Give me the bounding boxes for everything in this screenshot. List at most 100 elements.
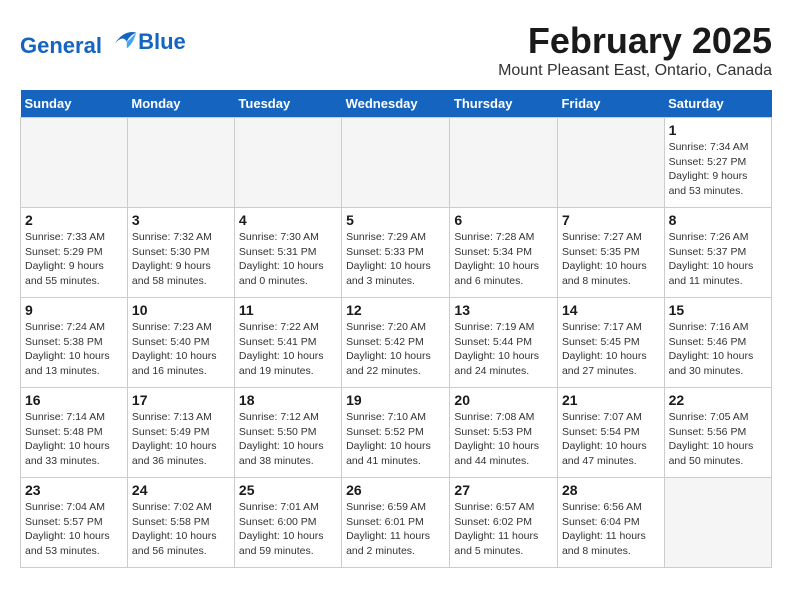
week-row-5: 23 Sunrise: 7:04 AM Sunset: 5:57 PM Dayli… [21, 478, 772, 568]
day-info: Sunrise: 7:34 AM Sunset: 5:27 PM Dayligh… [669, 140, 767, 199]
logo-line2: Blue [138, 30, 186, 54]
logo: General Blue [20, 25, 186, 58]
day-number: 4 [239, 212, 337, 228]
day-number: 26 [346, 482, 445, 498]
week-row-3: 9 Sunrise: 7:24 AM Sunset: 5:38 PM Daylig… [21, 298, 772, 388]
week-row-4: 16 Sunrise: 7:14 AM Sunset: 5:48 PM Dayli… [21, 388, 772, 478]
title-area: February 2025 Mount Pleasant East, Ontar… [498, 20, 772, 80]
calendar-cell: 11 Sunrise: 7:22 AM Sunset: 5:41 PM Dayli… [234, 298, 341, 388]
day-info: Sunrise: 6:56 AM Sunset: 6:04 PM Dayligh… [562, 500, 660, 559]
day-number: 10 [132, 302, 230, 318]
calendar-cell: 16 Sunrise: 7:14 AM Sunset: 5:48 PM Dayli… [21, 388, 128, 478]
calendar-cell: 13Sunrise: 7:19 AM Sunset: 5:44 PM Dayli… [450, 298, 558, 388]
day-number: 28 [562, 482, 660, 498]
day-number: 3 [132, 212, 230, 228]
calendar-cell [127, 118, 234, 208]
day-info: Sunrise: 7:13 AM Sunset: 5:49 PM Dayligh… [132, 410, 230, 469]
calendar-cell [234, 118, 341, 208]
col-thursday: Thursday [450, 90, 558, 118]
calendar-cell: 25 Sunrise: 7:01 AM Sunset: 6:00 PM Dayli… [234, 478, 341, 568]
day-info: Sunrise: 7:04 AM Sunset: 5:57 PM Dayligh… [25, 500, 123, 559]
day-number: 8 [669, 212, 767, 228]
calendar-cell: 17 Sunrise: 7:13 AM Sunset: 5:49 PM Dayli… [127, 388, 234, 478]
day-number: 23 [25, 482, 123, 498]
col-saturday: Saturday [664, 90, 771, 118]
day-number: 5 [346, 212, 445, 228]
day-number: 21 [562, 392, 660, 408]
calendar-cell [450, 118, 558, 208]
calendar-cell: 20 Sunrise: 7:08 AM Sunset: 5:53 PM Dayli… [450, 388, 558, 478]
calendar-cell: 14Sunrise: 7:17 AM Sunset: 5:45 PM Dayli… [557, 298, 664, 388]
col-wednesday: Wednesday [342, 90, 450, 118]
day-info: Sunrise: 7:14 AM Sunset: 5:48 PM Dayligh… [25, 410, 123, 469]
day-number: 17 [132, 392, 230, 408]
calendar-cell: 7 Sunrise: 7:27 AM Sunset: 5:35 PM Daylig… [557, 208, 664, 298]
calendar-cell: 28 Sunrise: 6:56 AM Sunset: 6:04 PM Dayli… [557, 478, 664, 568]
day-info: Sunrise: 7:23 AM Sunset: 5:40 PM Dayligh… [132, 320, 230, 379]
col-monday: Monday [127, 90, 234, 118]
calendar-cell [664, 478, 771, 568]
day-info: Sunrise: 7:26 AM Sunset: 5:37 PM Dayligh… [669, 230, 767, 289]
day-number: 16 [25, 392, 123, 408]
day-info: Sunrise: 7:17 AM Sunset: 5:45 PM Dayligh… [562, 320, 660, 379]
day-number: 7 [562, 212, 660, 228]
calendar-cell: 26 Sunrise: 6:59 AM Sunset: 6:01 PM Dayli… [342, 478, 450, 568]
day-number: 25 [239, 482, 337, 498]
calendar-cell: 2 Sunrise: 7:33 AM Sunset: 5:29 PM Daylig… [21, 208, 128, 298]
day-info: Sunrise: 7:30 AM Sunset: 5:31 PM Dayligh… [239, 230, 337, 289]
logo-line1: General [20, 33, 102, 58]
week-row-1: 1 Sunrise: 7:34 AM Sunset: 5:27 PM Daylig… [21, 118, 772, 208]
calendar-cell [557, 118, 664, 208]
day-number: 9 [25, 302, 123, 318]
calendar-cell: 4 Sunrise: 7:30 AM Sunset: 5:31 PM Daylig… [234, 208, 341, 298]
day-number: 12 [346, 302, 445, 318]
calendar-cell: 3 Sunrise: 7:32 AM Sunset: 5:30 PM Daylig… [127, 208, 234, 298]
calendar-table: Sunday Monday Tuesday Wednesday Thursday… [20, 90, 772, 568]
day-number: 18 [239, 392, 337, 408]
day-info: Sunrise: 7:24 AM Sunset: 5:38 PM Dayligh… [25, 320, 123, 379]
calendar-cell: 1 Sunrise: 7:34 AM Sunset: 5:27 PM Daylig… [664, 118, 771, 208]
day-info: Sunrise: 7:32 AM Sunset: 5:30 PM Dayligh… [132, 230, 230, 289]
day-number: 13 [454, 302, 553, 318]
day-info: Sunrise: 7:33 AM Sunset: 5:29 PM Dayligh… [25, 230, 123, 289]
calendar-cell: 19 Sunrise: 7:10 AM Sunset: 5:52 PM Dayli… [342, 388, 450, 478]
calendar-cell: 22Sunrise: 7:05 AM Sunset: 5:56 PM Dayli… [664, 388, 771, 478]
logo-text: General [20, 25, 138, 58]
col-friday: Friday [557, 90, 664, 118]
calendar-header-row: Sunday Monday Tuesday Wednesday Thursday… [21, 90, 772, 118]
day-number: 1 [669, 122, 767, 138]
day-info: Sunrise: 7:07 AM Sunset: 5:54 PM Dayligh… [562, 410, 660, 469]
col-sunday: Sunday [21, 90, 128, 118]
day-info: Sunrise: 7:28 AM Sunset: 5:34 PM Dayligh… [454, 230, 553, 289]
calendar-cell: 6Sunrise: 7:28 AM Sunset: 5:34 PM Daylig… [450, 208, 558, 298]
day-info: Sunrise: 6:57 AM Sunset: 6:02 PM Dayligh… [454, 500, 553, 559]
day-info: Sunrise: 7:22 AM Sunset: 5:41 PM Dayligh… [239, 320, 337, 379]
day-info: Sunrise: 7:20 AM Sunset: 5:42 PM Dayligh… [346, 320, 445, 379]
calendar-cell [21, 118, 128, 208]
day-number: 11 [239, 302, 337, 318]
day-info: Sunrise: 7:10 AM Sunset: 5:52 PM Dayligh… [346, 410, 445, 469]
day-number: 19 [346, 392, 445, 408]
logo-bird-icon [110, 25, 138, 53]
day-info: Sunrise: 7:27 AM Sunset: 5:35 PM Dayligh… [562, 230, 660, 289]
calendar-cell: 24 Sunrise: 7:02 AM Sunset: 5:58 PM Dayli… [127, 478, 234, 568]
calendar-cell: 15 Sunrise: 7:16 AM Sunset: 5:46 PM Dayli… [664, 298, 771, 388]
calendar-cell [342, 118, 450, 208]
calendar-cell: 8 Sunrise: 7:26 AM Sunset: 5:37 PM Daylig… [664, 208, 771, 298]
calendar-cell: 12 Sunrise: 7:20 AM Sunset: 5:42 PM Dayli… [342, 298, 450, 388]
day-info: Sunrise: 7:01 AM Sunset: 6:00 PM Dayligh… [239, 500, 337, 559]
day-info: Sunrise: 7:12 AM Sunset: 5:50 PM Dayligh… [239, 410, 337, 469]
day-number: 2 [25, 212, 123, 228]
day-info: Sunrise: 7:16 AM Sunset: 5:46 PM Dayligh… [669, 320, 767, 379]
calendar-cell: 9 Sunrise: 7:24 AM Sunset: 5:38 PM Daylig… [21, 298, 128, 388]
day-info: Sunrise: 6:59 AM Sunset: 6:01 PM Dayligh… [346, 500, 445, 559]
day-number: 24 [132, 482, 230, 498]
day-info: Sunrise: 7:08 AM Sunset: 5:53 PM Dayligh… [454, 410, 553, 469]
day-number: 20 [454, 392, 553, 408]
day-number: 15 [669, 302, 767, 318]
day-info: Sunrise: 7:02 AM Sunset: 5:58 PM Dayligh… [132, 500, 230, 559]
calendar-cell: 23 Sunrise: 7:04 AM Sunset: 5:57 PM Dayli… [21, 478, 128, 568]
day-number: 22 [669, 392, 767, 408]
day-info: Sunrise: 7:29 AM Sunset: 5:33 PM Dayligh… [346, 230, 445, 289]
page-title: February 2025 [498, 20, 772, 62]
